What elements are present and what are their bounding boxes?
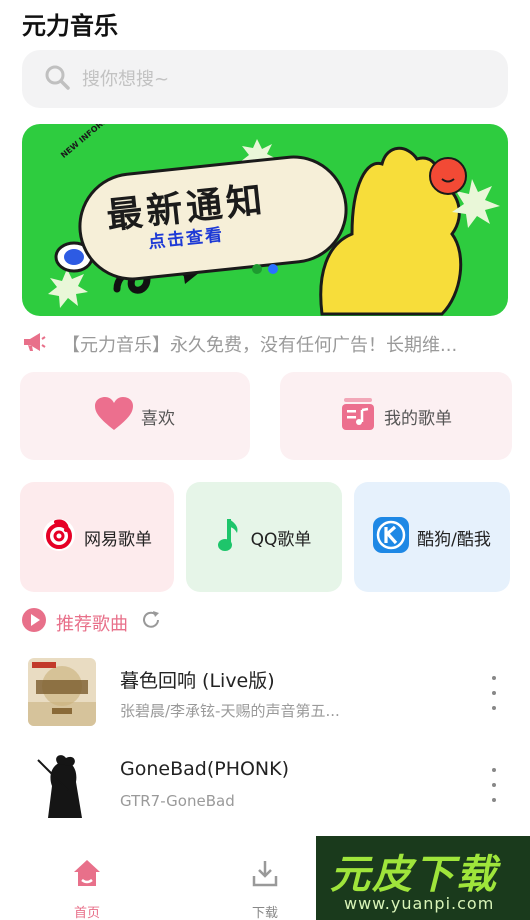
play-circle-icon	[22, 608, 46, 637]
recommended-title: 推荐歌曲	[56, 613, 128, 635]
carousel-dot[interactable]	[252, 264, 262, 274]
watermark-url: www.yuanpi.com	[344, 894, 495, 913]
watermark-overlay: 元皮下载 www.yuanpi.com	[316, 836, 530, 920]
favorites-card[interactable]: 喜欢	[20, 372, 250, 460]
home-icon	[72, 858, 102, 892]
app-title: 元力音乐	[22, 12, 118, 40]
more-options-icon[interactable]	[488, 768, 500, 802]
qq-playlist-card[interactable]: QQ歌单	[186, 482, 342, 592]
search-icon	[44, 64, 70, 94]
tab-home[interactable]: 首页	[47, 858, 127, 920]
kugou-label: 酷狗/酷我	[417, 529, 491, 550]
qq-music-icon	[217, 517, 243, 558]
more-options-icon[interactable]	[488, 676, 500, 710]
carousel-dot-active[interactable]	[268, 264, 278, 274]
song-title: 暮色回响 (Live版)	[120, 670, 275, 692]
song-row[interactable]: 暮色回响 (Live版) 张碧晨/李承铉-天赐的声音第五...	[28, 658, 508, 728]
recommended-header: 推荐歌曲	[22, 608, 162, 637]
notice-marquee[interactable]: 【元力音乐】永久免费，没有任何广告！长期维...	[22, 330, 512, 358]
watermark-brand: 元皮下载	[330, 852, 498, 898]
download-icon	[250, 858, 280, 892]
qq-label: QQ歌单	[250, 529, 312, 550]
netease-label: 网易歌单	[84, 529, 152, 550]
album-cover	[28, 658, 96, 726]
song-artist: 张碧晨/李承铉-天赐的声音第五...	[120, 702, 340, 720]
my-playlists-label: 我的歌单	[384, 408, 452, 429]
notice-text: 【元力音乐】永久免费，没有任何广告！长期维...	[62, 335, 458, 356]
kugou-playlist-card[interactable]: 酷狗/酷我	[354, 482, 510, 592]
tab-download-label: 下载	[251, 906, 278, 920]
heart-icon	[95, 396, 133, 436]
favorites-label: 喜欢	[141, 408, 175, 429]
tab-home-label: 首页	[73, 906, 100, 920]
search-input[interactable]	[82, 68, 462, 90]
notice-banner[interactable]: NEW INFORMARTION 最新通知 点击查看	[22, 124, 508, 316]
tab-download[interactable]: 下载	[225, 858, 305, 920]
search-bar[interactable]	[22, 50, 508, 108]
megaphone-icon	[22, 331, 46, 358]
playlist-icon	[340, 396, 376, 437]
song-title: GoneBad(PHONK)	[120, 758, 290, 780]
my-playlists-card[interactable]: 我的歌单	[280, 372, 512, 460]
song-artist: GTR7-GoneBad	[120, 792, 235, 810]
song-row[interactable]: GoneBad(PHONK) GTR7-GoneBad	[28, 750, 508, 820]
netease-playlist-card[interactable]: 网易歌单	[20, 482, 174, 592]
album-cover	[28, 750, 96, 818]
kugou-icon	[373, 516, 410, 558]
netease-music-icon	[42, 518, 76, 557]
carousel-dots[interactable]	[252, 264, 278, 274]
refresh-icon[interactable]	[140, 609, 162, 636]
